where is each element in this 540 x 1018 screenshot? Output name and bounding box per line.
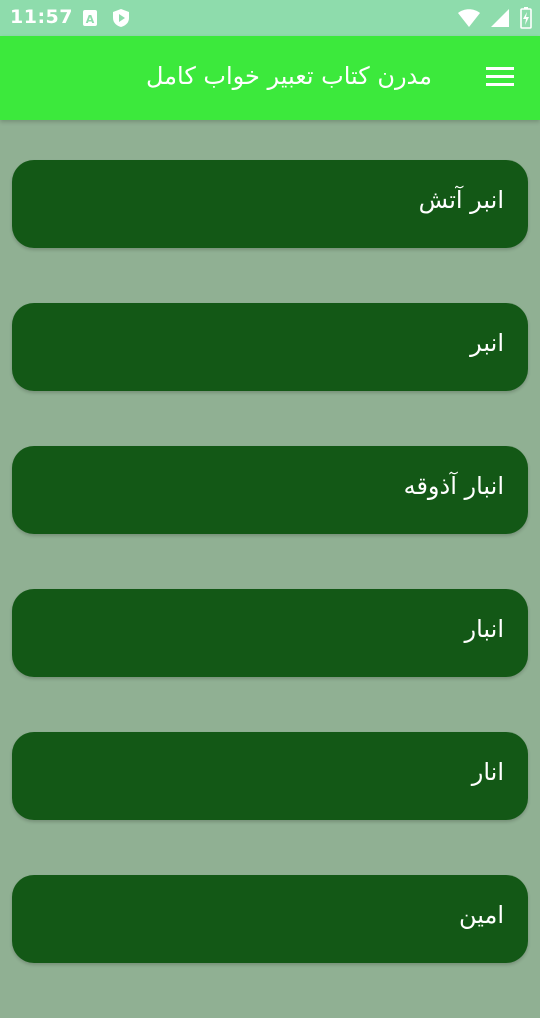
list-item[interactable]: انبار [12,589,528,677]
list-item-label: امین [458,901,504,929]
list-item-label: انبر آتش [418,186,504,214]
list-item[interactable]: انبر آتش [12,160,528,248]
status-time: 11:57 [10,6,73,28]
menu-button[interactable] [482,60,518,96]
list-item[interactable]: انار [12,732,528,820]
sim-a-icon: A [82,9,98,31]
list-item-label: انار [471,758,504,786]
battery-charging-icon [520,7,532,33]
wifi-icon [458,8,480,32]
list-item[interactable]: امین [12,875,528,963]
list-item[interactable]: انبر [12,303,528,391]
list-item-label: انبار آذوقه [403,472,504,500]
status-left-icons: A [82,8,130,32]
app-title: مدرن کتاب تعبیر خواب کامل [145,62,432,90]
status-right-icons [458,7,532,33]
list-item-label: انبار [464,615,505,643]
hamburger-menu-icon [486,65,514,91]
shield-play-icon [112,8,130,32]
app-bar: مدرن کتاب تعبیر خواب کامل [0,36,540,120]
status-bar: 11:57 A [0,0,540,36]
svg-text:A: A [86,13,95,26]
list-item-label: انبر [470,329,504,357]
signal-icon [490,8,510,32]
dream-list: انبر آتش انبر انبار آذوقه انبار انار امی… [12,160,528,1018]
list-item[interactable]: انبار آذوقه [12,446,528,534]
